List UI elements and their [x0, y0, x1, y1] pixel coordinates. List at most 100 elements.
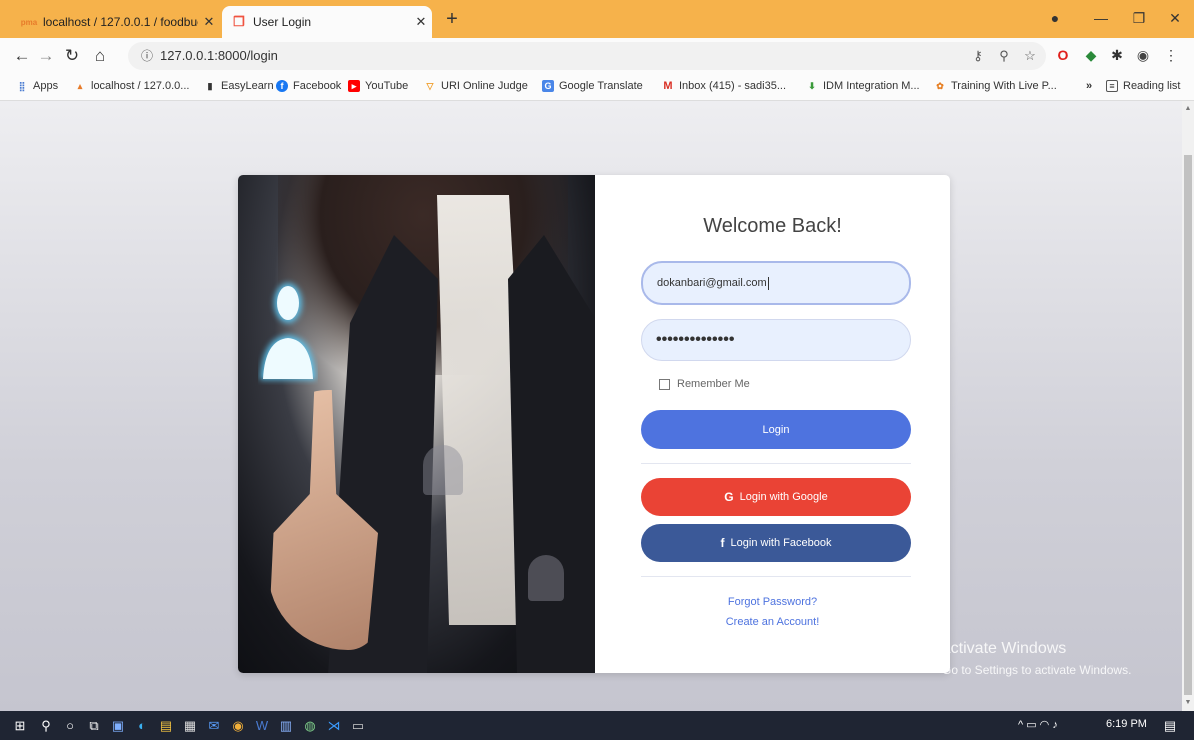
facebook-icon: f — [276, 80, 288, 92]
translate-icon: G — [542, 80, 554, 92]
login-image — [238, 175, 595, 673]
forward-button[interactable]: → — [34, 44, 58, 68]
star-icon[interactable]: ☆ — [1020, 47, 1040, 65]
store-icon[interactable]: ▦ — [180, 716, 200, 736]
bookmarks-bar: ⣿ Apps ▴ localhost / 127.0.0... ▮ EasyLearn… — [0, 74, 1194, 101]
photo-jacket-right — [508, 235, 595, 673]
facebook-icon: f — [720, 536, 725, 550]
idm-icon: ⬇ — [808, 81, 816, 91]
google-icon: G — [724, 490, 734, 504]
pma-icon: ▴ — [77, 81, 83, 91]
close-window-button[interactable]: ✕ — [1158, 6, 1192, 30]
photo-silhouette — [528, 555, 564, 601]
scroll-up-icon[interactable]: ▲ — [1184, 105, 1192, 112]
bookmark-label: Facebook — [293, 80, 342, 92]
vscode-icon[interactable]: ⋊ — [324, 716, 344, 736]
new-tab-button[interactable]: + — [440, 8, 464, 32]
more-bookmarks-button[interactable]: » — [1086, 80, 1092, 92]
task-view-icon[interactable]: ⧉ — [84, 716, 104, 736]
url-text: 127.0.0.1:8000/login — [160, 48, 278, 63]
login-google-button[interactable]: G Login with Google — [641, 478, 911, 516]
mail-icon[interactable]: ✉ — [204, 716, 224, 736]
gmail-icon: M — [663, 80, 673, 92]
activate-windows-title: Activate Windows — [940, 640, 1067, 657]
login-button[interactable]: Login — [641, 410, 911, 449]
bookmark-idm[interactable]: ⬇ IDM Integration M... — [806, 80, 920, 92]
avatar[interactable]: ◉ — [1132, 44, 1154, 66]
opera-icon[interactable]: O — [1052, 44, 1074, 66]
windows-start-icon[interactable]: ⊞ — [10, 716, 30, 736]
password-field[interactable]: •••••••••••••• — [641, 319, 911, 361]
file-explorer-icon[interactable]: ▤ — [156, 716, 176, 736]
bookmark-uri[interactable]: ▽ URI Online Judge — [424, 80, 528, 92]
laravel-icon: ❒ — [233, 14, 245, 29]
tab-user-login[interactable]: ❒ User Login ✕ — [222, 6, 432, 38]
remember-me[interactable]: Remember Me — [659, 378, 750, 390]
back-button[interactable]: ← — [10, 44, 34, 68]
word-icon[interactable]: W — [252, 716, 272, 736]
tab-phpmyadmin[interactable]: pma localhost / 127.0.0.1 / foodbucke ✕ — [14, 6, 220, 38]
maximize-button[interactable]: ❐ — [1122, 6, 1156, 30]
tab-title: localhost / 127.0.0.1 / foodbucke — [43, 15, 198, 29]
info-icon[interactable]: ⓘ — [138, 47, 156, 65]
close-tab-icon[interactable]: ✕ — [198, 14, 220, 30]
home-button[interactable]: ⌂ — [88, 44, 112, 68]
zoom-icon[interactable]: ⚲ — [994, 47, 1014, 65]
bookmark-label: Apps — [33, 80, 59, 92]
remember-label: Remember Me — [677, 378, 750, 390]
terminal-icon[interactable]: ▭ — [348, 716, 368, 736]
bookmark-label: localhost / 127.0.0... — [91, 80, 190, 92]
bookmark-training[interactable]: ✿ Training With Live P... — [934, 80, 1057, 92]
divider — [641, 463, 911, 464]
tray-icons[interactable]: ^ ▭ ◠ ♪ — [1018, 718, 1058, 731]
edge-icon[interactable]: ◐ — [132, 716, 152, 736]
bookmark-apps[interactable]: ⣿ Apps — [16, 80, 58, 92]
menu-icon[interactable]: ⋮ — [1160, 44, 1182, 66]
scrollbar[interactable]: ▲ ▼ — [1182, 101, 1194, 711]
bookmark-label: Reading list — [1123, 80, 1181, 92]
forgot-password-link[interactable]: Forgot Password? — [595, 596, 950, 608]
bookmark-google-translate[interactable]: G Google Translate — [542, 80, 643, 92]
bookmark-label: Training With Live P... — [951, 80, 1057, 92]
cortana-icon[interactable]: ○ — [60, 716, 80, 736]
google-label: Login with Google — [739, 491, 828, 503]
remember-checkbox[interactable] — [659, 378, 670, 390]
profile-icon[interactable]: ● — [1038, 6, 1072, 30]
pma-icon: pma — [20, 17, 38, 27]
bookmark-label: IDM Integration M... — [823, 80, 920, 92]
app-icon[interactable]: ▣ — [108, 716, 128, 736]
bookmark-inbox[interactable]: M Inbox (415) - sadi35... — [662, 80, 786, 92]
training-icon: ✿ — [936, 81, 944, 91]
key-icon[interactable]: ⚷ — [968, 47, 988, 65]
clock[interactable]: 6:19 PM — [1106, 718, 1147, 730]
minimize-button[interactable]: — — [1084, 6, 1118, 30]
create-account-link[interactable]: Create an Account! — [595, 616, 950, 628]
bookmark-label: Google Translate — [559, 80, 643, 92]
scrollbar-thumb[interactable] — [1184, 155, 1192, 695]
puzzle-icon[interactable]: ✱ — [1106, 44, 1128, 66]
bookmark-reading-list[interactable]: ≡ Reading list — [1106, 80, 1180, 92]
chrome-icon[interactable]: ◉ — [228, 716, 248, 736]
extension-icon[interactable]: ◆ — [1080, 44, 1102, 66]
app-icon[interactable]: ◍ — [300, 716, 320, 736]
login-facebook-button[interactable]: f Login with Facebook — [641, 524, 911, 562]
bookmark-youtube[interactable]: ▸ YouTube — [348, 80, 408, 92]
apps-icon: ⣿ — [18, 81, 26, 91]
email-field[interactable]: dokanbari@gmail.com — [641, 261, 911, 305]
bookmark-label: URI Online Judge — [441, 80, 528, 92]
bookmark-localhost[interactable]: ▴ localhost / 127.0.0... — [74, 80, 190, 92]
notification-icon[interactable]: ▤ — [1160, 716, 1180, 736]
address-bar[interactable]: ⓘ 127.0.0.1:8000/login ⚷ ⚲ ☆ — [128, 42, 1046, 70]
browser-tab-bar: pma localhost / 127.0.0.1 / foodbucke ✕ … — [0, 0, 1194, 38]
bookmark-facebook[interactable]: f Facebook — [276, 80, 341, 92]
reload-button[interactable]: ↻ — [60, 44, 84, 68]
bookmark-easylearn[interactable]: ▮ EasyLearn — [204, 80, 274, 92]
app-icon[interactable]: ▥ — [276, 716, 296, 736]
scroll-down-icon[interactable]: ▼ — [1184, 699, 1192, 706]
reading-list-icon: ≡ — [1106, 80, 1118, 92]
page-title: Welcome Back! — [703, 215, 842, 237]
easylearn-icon: ▮ — [207, 81, 213, 91]
close-tab-icon[interactable]: ✕ — [410, 14, 432, 30]
activate-windows-subtitle: Go to Settings to activate Windows. — [942, 663, 1132, 677]
search-icon[interactable]: ⚲ — [36, 716, 56, 736]
